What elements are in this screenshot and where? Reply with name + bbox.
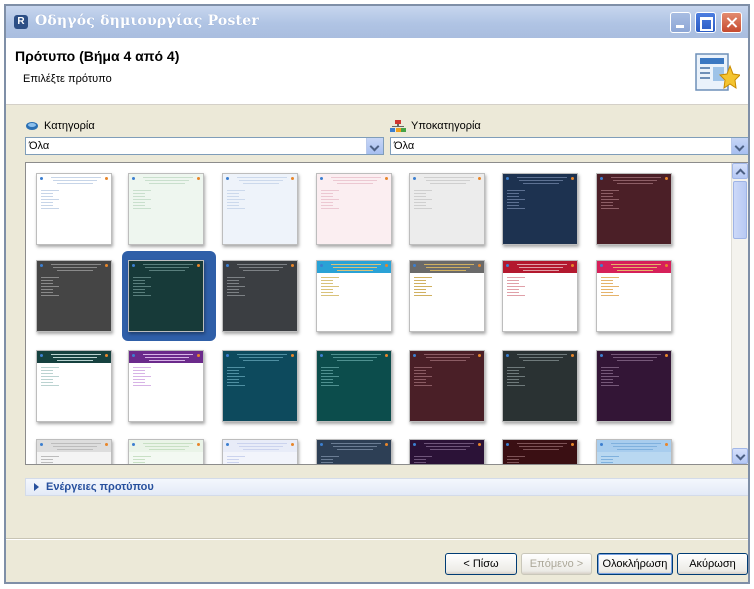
wizard-template-icon <box>695 53 740 91</box>
scroll-thumb[interactable] <box>733 181 747 239</box>
category-label: Κατηγορία <box>44 120 95 132</box>
template-thumbnail[interactable] <box>316 260 392 332</box>
back-button[interactable]: < Πίσω <box>445 553 517 575</box>
scroll-up-button[interactable] <box>732 163 748 179</box>
template-thumbnail[interactable] <box>36 173 112 245</box>
subcategory-select[interactable]: Όλα <box>390 137 748 155</box>
page-subtitle: Επιλέξτε πρότυπο <box>23 73 112 85</box>
wizard-header: Πρότυπο (Βήμα 4 από 4) Επιλέξτε πρότυπο <box>6 38 748 105</box>
category-select-value: Όλα <box>29 140 50 152</box>
template-gallery[interactable] <box>25 162 748 465</box>
subcategory-icon <box>390 120 406 132</box>
minimize-button[interactable] <box>670 12 691 33</box>
template-thumbnail[interactable] <box>128 439 204 464</box>
template-thumbnail[interactable] <box>502 173 578 245</box>
category-icon <box>26 122 38 130</box>
expand-arrow-icon <box>34 483 39 491</box>
subcategory-select-value: Όλα <box>394 140 415 152</box>
app-icon: R <box>14 15 28 29</box>
template-thumbnail[interactable] <box>502 350 578 422</box>
subcategory-label-row: Υποκατηγορία <box>390 120 481 132</box>
template-thumbnail[interactable] <box>222 173 298 245</box>
template-thumbnail[interactable] <box>36 350 112 422</box>
scroll-down-button[interactable] <box>732 448 748 464</box>
gallery-scrollbar[interactable] <box>731 163 748 464</box>
chevron-down-icon[interactable] <box>731 138 748 154</box>
template-actions-expander[interactable]: Ενέργειες προτύπου <box>25 478 748 496</box>
template-thumbnail[interactable] <box>502 439 578 464</box>
page-title: Πρότυπο (Βήμα 4 από 4) <box>15 48 180 64</box>
template-thumbnail[interactable] <box>596 260 672 332</box>
template-actions-label: Ενέργειες προτύπου <box>46 481 154 493</box>
template-thumbnail[interactable] <box>316 350 392 422</box>
template-thumbnail[interactable] <box>222 260 298 332</box>
template-thumbnail[interactable] <box>222 439 298 464</box>
category-select[interactable]: Όλα <box>25 137 384 155</box>
template-thumbnail[interactable] <box>316 173 392 245</box>
title-bar[interactable]: R Οδηγός δημιουργίας Poster <box>6 6 748 38</box>
template-thumbnail[interactable] <box>596 439 672 464</box>
wizard-window: R Οδηγός δημιουργίας Poster Πρότυπο (Βήμ… <box>4 4 750 584</box>
template-thumbnail[interactable] <box>409 260 485 332</box>
wizard-content: Κατηγορία Όλα Υποκατηγορία Όλα Ενέργειες… <box>6 105 748 582</box>
category-label-row: Κατηγορία <box>25 120 95 132</box>
template-thumbnail[interactable] <box>409 173 485 245</box>
template-thumbnail[interactable] <box>502 260 578 332</box>
next-button[interactable]: Επόμενο > <box>521 553 592 575</box>
finish-button[interactable]: Ολοκλήρωση <box>597 553 673 575</box>
button-separator <box>6 538 748 540</box>
template-thumbnail[interactable] <box>409 439 485 464</box>
cancel-button[interactable]: Ακύρωση <box>677 553 748 575</box>
template-thumbnail[interactable] <box>409 350 485 422</box>
template-thumbnail[interactable] <box>128 260 204 332</box>
template-thumbnail[interactable] <box>596 173 672 245</box>
template-thumbnail[interactable] <box>128 173 204 245</box>
template-thumbnail[interactable] <box>222 350 298 422</box>
chevron-down-icon[interactable] <box>366 138 383 154</box>
window-title: Οδηγός δημιουργίας Poster <box>35 13 259 29</box>
maximize-button[interactable] <box>695 12 716 33</box>
close-button[interactable] <box>721 12 742 33</box>
template-thumbnail[interactable] <box>36 260 112 332</box>
subcategory-label: Υποκατηγορία <box>411 120 481 132</box>
template-thumbnail[interactable] <box>128 350 204 422</box>
template-thumbnail[interactable] <box>316 439 392 464</box>
template-thumbnail[interactable] <box>596 350 672 422</box>
template-thumbnail[interactable] <box>36 439 112 464</box>
